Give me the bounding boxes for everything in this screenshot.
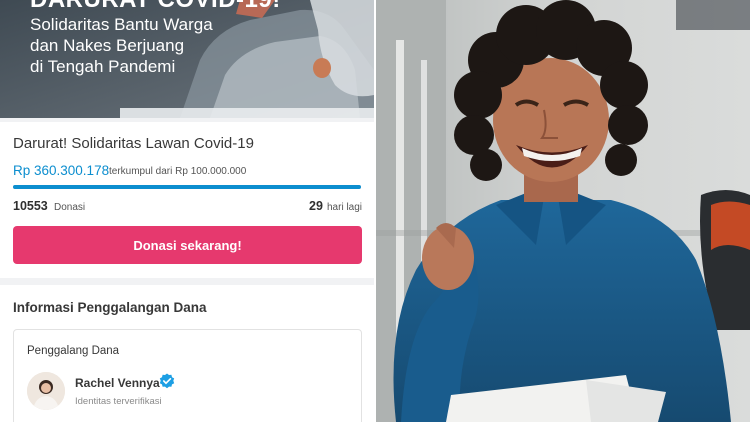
banner-headline: Solidaritas Bantu Warga dan Nakes Berjua… — [30, 14, 230, 77]
donate-now-button[interactable]: Donasi sekarang! — [13, 226, 362, 264]
fundraiser-avatar[interactable] — [27, 372, 65, 410]
progress-bar — [13, 185, 361, 189]
campaign-card: Darurat! Solidaritas Lawan Covid-19 Rp 3… — [0, 122, 374, 278]
smiling-man-photo — [376, 0, 750, 422]
fundraiser-card[interactable]: Penggalang Dana Rachel Vennya Identitas … — [13, 329, 362, 422]
raised-target: terkumpul dari Rp 100.000.000 — [109, 166, 247, 177]
banner-headline-partial: DARURAT COVID-19! — [30, 0, 281, 14]
days-left-label: hari lagi — [327, 202, 363, 213]
campaign-banner: DARURAT COVID-19! Solidaritas Bantu Warg… — [0, 0, 374, 118]
info-section-title: Informasi Penggalangan Dana — [13, 300, 207, 315]
donation-app-screenshot: DARURAT COVID-19! Solidaritas Bantu Warg… — [0, 0, 374, 422]
progress-fill — [13, 185, 361, 189]
donors-label: Donasi — [54, 202, 86, 213]
raised-amount: Rp 360.300.178 — [13, 163, 110, 178]
banner-headline-line-1: Solidaritas Bantu Warga — [30, 15, 213, 34]
banner-headline-line-2: dan Nakes Berjuang — [30, 36, 185, 55]
banner-headline-line-3: di Tengah Pandemi — [30, 57, 176, 76]
verified-identity-text: Identitas terverifikasi — [75, 396, 162, 407]
days-left-count: 29 — [309, 199, 323, 213]
portrait-photo — [376, 0, 750, 422]
fundraiser-label: Penggalang Dana — [27, 345, 120, 357]
campaign-title: Darurat! Solidaritas Lawan Covid-19 — [13, 135, 254, 152]
fundraising-info-section: Informasi Penggalangan Dana Penggalang D… — [0, 285, 374, 422]
verified-badge-icon — [159, 373, 175, 389]
donors-count: 10553 — [13, 199, 48, 213]
fundraiser-name[interactable]: Rachel Vennya — [75, 376, 160, 390]
